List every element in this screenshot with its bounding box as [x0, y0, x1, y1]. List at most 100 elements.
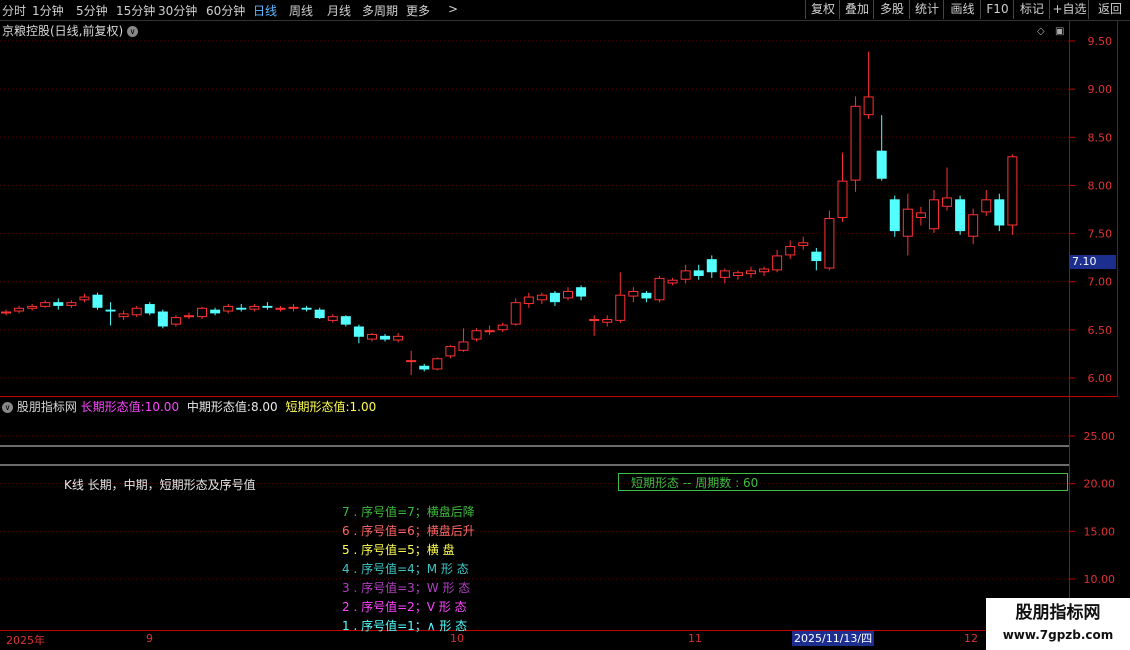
candle-body [510, 302, 521, 325]
date-label: 10 [450, 632, 464, 645]
watermark: 股朋指标网 www.7gpzb.com [986, 598, 1130, 650]
toolbar-button-0[interactable]: 复权 [805, 0, 840, 19]
toolbar-button-1[interactable]: 叠加 [839, 0, 874, 19]
toolbar-button-6[interactable]: 标记 [1013, 0, 1050, 19]
candle-body [210, 309, 221, 314]
candle-body [105, 309, 116, 312]
candle-body [981, 199, 992, 213]
candle-body [170, 317, 181, 325]
candle-body [380, 335, 391, 340]
price-tick-label: 7.00 [1088, 276, 1113, 289]
tab-6[interactable]: 日线 [253, 2, 277, 19]
period-toolbar: 分时 1分钟 5分钟 15分钟 30分钟 60分钟 日线 周线 月线 多周期 更多 > 复权 叠加 多股 统计… [0, 0, 1130, 21]
candle-body [497, 324, 508, 331]
legend-item: 3 . 序号值=3；W 形 态 [342, 581, 471, 595]
tab-8[interactable]: 月线 [327, 2, 351, 19]
toolbar-button-3[interactable]: 统计 [909, 0, 944, 19]
tab-7[interactable]: 周线 [289, 2, 313, 19]
toolbar-button-2[interactable]: 多股 [873, 0, 910, 19]
legend-item: 7 . 序号值=7；横盘后降 [342, 505, 475, 519]
indicator-tick-label: 15.00 [1084, 525, 1116, 538]
tab-9[interactable]: 多周期 [362, 2, 398, 19]
candle-body [458, 341, 469, 351]
candle-body [915, 212, 926, 219]
candle-body [144, 304, 155, 314]
candle-body [366, 333, 377, 340]
candle-body [484, 330, 495, 333]
candle-body [301, 307, 312, 310]
candle-body [968, 214, 979, 237]
candle-body [693, 270, 704, 276]
main-chart: 9.50 9.00 8.50 8.00 7.50 7.00 6.50 6.00 25.00 20.… [0, 21, 1130, 631]
candle-body [837, 180, 848, 219]
tab-5[interactable]: 60分钟 [206, 2, 245, 19]
date-axis: 2025年 9 10 11 12 [0, 631, 1130, 650]
candle-body [288, 306, 299, 309]
toolbar-button-8[interactable]: 返回 [1088, 0, 1130, 19]
candle-body [1007, 156, 1018, 226]
candle-body [40, 302, 51, 307]
side-info-strip [1117, 21, 1130, 397]
tab-3[interactable]: 15分钟 [116, 2, 155, 19]
candle-body [445, 346, 456, 357]
toolbar-button-5[interactable]: F10 [980, 0, 1014, 19]
candle-body [942, 197, 953, 207]
candle-body [745, 270, 756, 275]
candle-body [353, 326, 364, 337]
candle-body [53, 302, 64, 306]
candle-body [928, 199, 939, 230]
price-tick-label: 9.50 [1088, 35, 1113, 48]
watermark-title: 股朋指标网 [1015, 603, 1101, 623]
short-period-box: 短期形态 -- 周期数 : 60 [618, 473, 1068, 491]
date-label: 2025年 [6, 634, 45, 647]
indicator-name[interactable]: 股朋指标网 [17, 400, 77, 414]
indicator-note: K线 长期，中期，短期形态及序号值 [64, 478, 256, 492]
long-label: 长期形态值: [80, 400, 145, 414]
toolbar-button-7[interactable]: +自选 [1049, 0, 1089, 19]
legend-item: 5 . 序号值=5；横 盘 [342, 543, 455, 557]
candle-body [902, 208, 913, 237]
candle-body [994, 199, 1005, 226]
tab-4[interactable]: 30分钟 [158, 2, 197, 19]
candle-body [471, 330, 482, 340]
candle-body [772, 255, 783, 271]
candle-body [889, 199, 900, 232]
mid-value: 8.00 [250, 400, 278, 414]
candle-body [628, 290, 639, 297]
chevron-down-icon[interactable]: ∨ [2, 402, 13, 413]
price-tick-label: 8.50 [1088, 131, 1113, 144]
candle-body [131, 307, 142, 316]
candle-body [615, 294, 626, 321]
price-tick-label: 8.00 [1088, 179, 1113, 192]
candle-body [223, 305, 234, 312]
candle-body [641, 292, 652, 299]
tab-10[interactable]: 更多 [406, 2, 430, 19]
candle-body [759, 268, 770, 273]
candle-body [236, 307, 247, 310]
current-price-tag: 7.10 [1070, 255, 1116, 269]
candle-body [654, 277, 665, 301]
more-arrow-icon[interactable]: > [448, 2, 458, 16]
toolbar-button-4[interactable]: 画线 [943, 0, 981, 19]
tab-2[interactable]: 5分钟 [76, 2, 108, 19]
candle-body [249, 305, 260, 310]
price-tick-label: 6.00 [1088, 372, 1113, 385]
price-tick-label: 9.00 [1088, 83, 1113, 96]
tab-0[interactable]: 分时 [2, 2, 26, 19]
date-cursor-label: 2025/11/13/四 [792, 631, 875, 646]
indicator-tick-label: 10.00 [1084, 573, 1116, 586]
candle-body [197, 307, 208, 318]
candle-body [811, 251, 822, 262]
candle-body [824, 218, 835, 269]
candle-body [314, 309, 325, 319]
candle-body [667, 279, 678, 284]
candle-body [183, 315, 194, 318]
panel-toggle-icon: ▣ [1055, 26, 1064, 37]
candle-body [680, 270, 691, 280]
candle-body [27, 305, 38, 309]
candle-body [262, 305, 273, 308]
date-label: 11 [688, 632, 702, 645]
tab-1[interactable]: 1分钟 [32, 2, 64, 19]
candle-body [602, 319, 613, 323]
short-value: 1.00 [349, 400, 377, 414]
